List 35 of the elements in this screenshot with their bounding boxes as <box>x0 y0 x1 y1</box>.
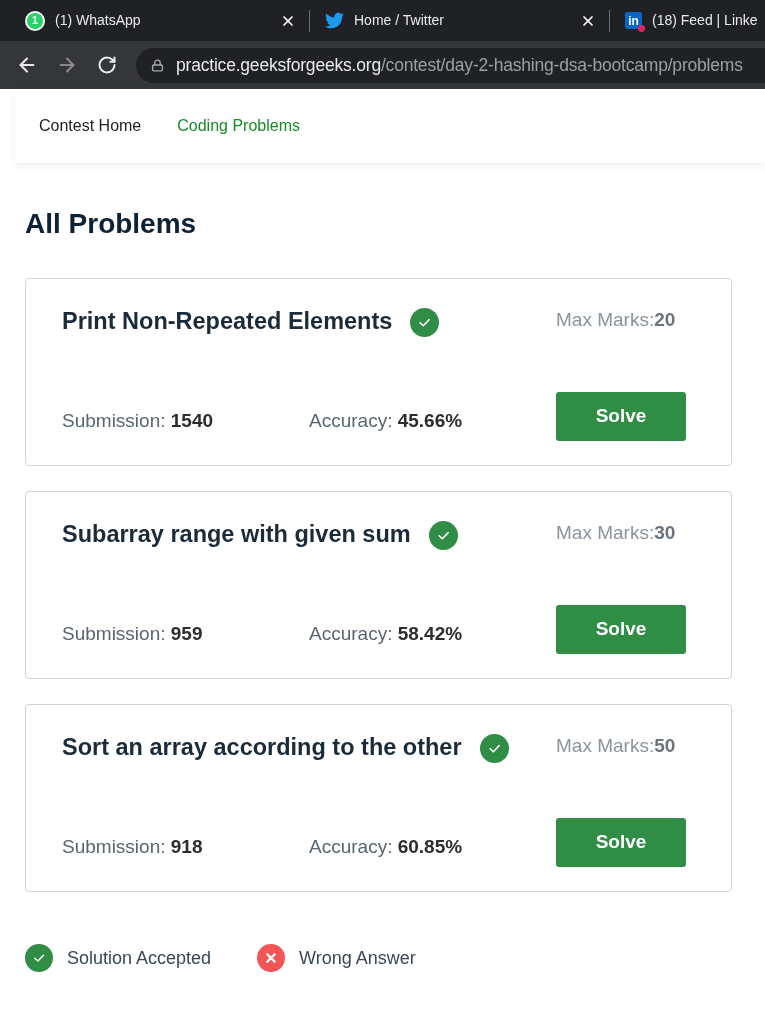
browser-tab[interactable]: 1 (1) WhatsApp <box>10 0 309 41</box>
cross-icon <box>257 944 286 972</box>
solve-button[interactable]: Solve <box>556 605 686 654</box>
check-icon <box>25 944 53 972</box>
nav-link[interactable]: Coding Problems <box>177 114 300 138</box>
bird-icon <box>325 11 344 30</box>
address-bar[interactable]: practice.geeksforgeeks.org/contest/day-2-hashing-dsa-bootcamp/problems <box>136 47 765 83</box>
browser-tab[interactable]: Home / Twitter <box>310 0 609 41</box>
submission-count: Submission: 918 <box>62 834 204 859</box>
legend-label: Solution Accepted <box>67 946 212 970</box>
lock-icon <box>151 58 164 72</box>
reload-icon <box>97 55 117 75</box>
max-marks: Max Marks:30 <box>556 521 677 545</box>
accuracy-value: Accuracy: 45.66% <box>309 408 463 433</box>
page-heading: All Problems <box>25 208 198 240</box>
url-text: practice.geeksforgeeks.org/contest/day-2-hashing-dsa-bootcamp/problems <box>176 53 743 77</box>
problem-title[interactable]: Sort an array according to the other <box>62 730 462 766</box>
accuracy-value: Accuracy: 60.85% <box>309 834 463 859</box>
problem-title[interactable]: Print Non-Repeated Elements <box>62 304 393 340</box>
submission-count: Submission: 1540 <box>62 408 215 433</box>
solve-button[interactable]: Solve <box>556 818 686 867</box>
legend-label: Wrong Answer <box>299 946 416 970</box>
accuracy-value: Accuracy: 58.42% <box>309 621 463 646</box>
tab-title: (18) Feed | Linke <box>652 11 759 30</box>
site-logo: in <box>625 12 642 29</box>
tab-title: Home / Twitter <box>354 11 445 30</box>
max-marks: Max Marks:20 <box>556 308 677 332</box>
tab-title: (1) WhatsApp <box>55 11 142 30</box>
solve-button[interactable]: Solve <box>556 392 686 441</box>
problem-title[interactable]: Subarray range with given sum <box>62 517 411 553</box>
chat-count-badge: 1 <box>25 10 45 31</box>
nav-link[interactable]: Contest Home <box>39 114 142 138</box>
submission-count: Submission: 959 <box>62 621 204 646</box>
max-marks: Max Marks:50 <box>556 734 677 758</box>
browser-tab[interactable]: in (18) Feed | Linke <box>610 0 765 41</box>
